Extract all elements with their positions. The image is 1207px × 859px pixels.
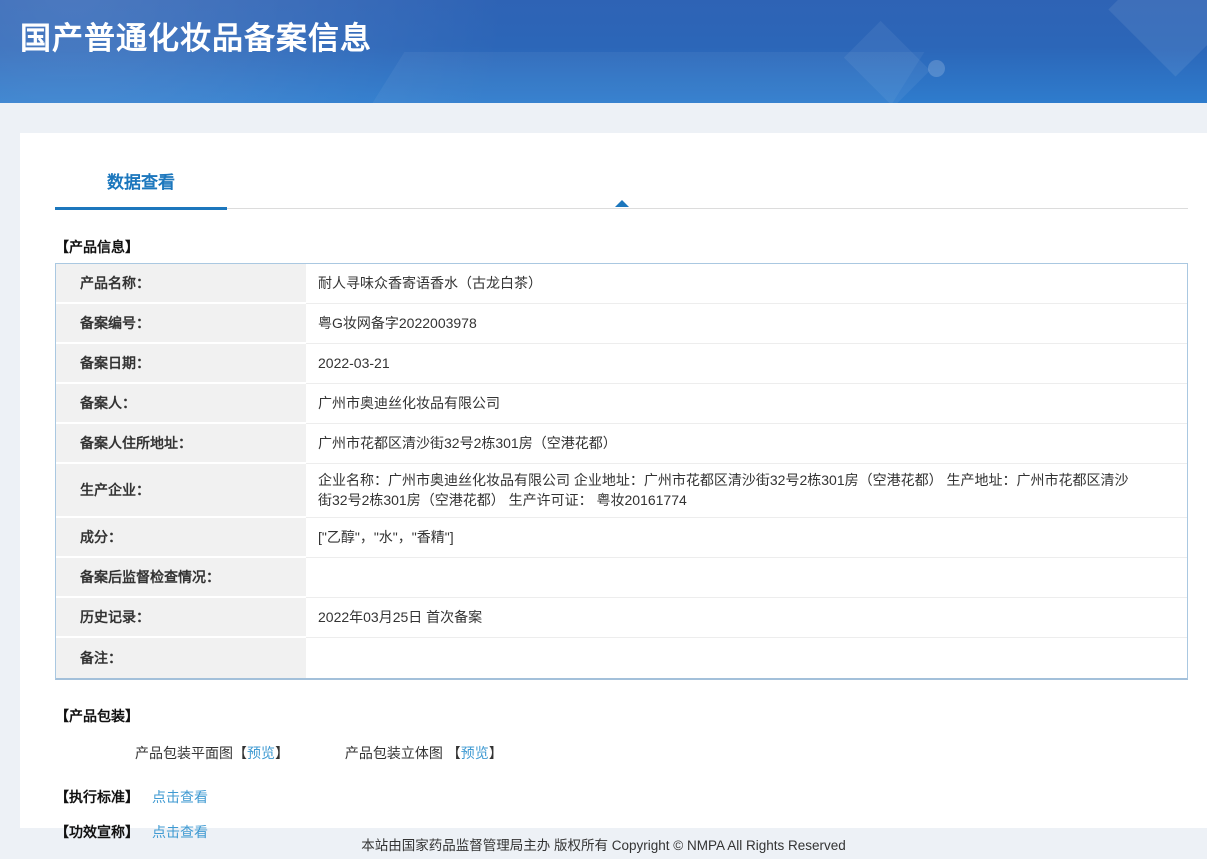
row-value [306, 558, 1187, 598]
section-title-product-info: 【产品信息】 [55, 239, 139, 255]
table-row-record-date: 备案日期： 2022-03-21 [56, 344, 1187, 384]
row-label: 生产企业： [56, 464, 306, 518]
packaging-3d-label-close: 】 [488, 744, 503, 761]
banner-decor-diamond [843, 20, 931, 103]
tab-data-view[interactable]: 数据查看 [55, 168, 227, 208]
packaging-flat-image-item: 产品包装平面图【预览】 [135, 743, 289, 763]
section-title-standard: 【执行标准】 [55, 788, 139, 805]
table-row-ingredients: 成分： ["乙醇"，"水"，"香精"] [56, 517, 1187, 558]
tab-active-underline [55, 207, 227, 210]
row-value: 企业名称：广州市奥迪丝化妆品有限公司 企业地址：广州市花都区清沙街32号2栋30… [306, 464, 1187, 518]
packaging-flat-label: 产品包装平面图【 [135, 744, 247, 761]
packaging-3d-image-item: 产品包装立体图 【预览】 [345, 743, 503, 763]
row-value: 广州市花都区清沙街32号2栋301房（空港花都） [306, 424, 1187, 464]
standard-view-link[interactable]: 点击查看 [152, 787, 208, 807]
banner-decor-polygon [335, 52, 925, 103]
table-row-registrant: 备案人： 广州市奥迪丝化妆品有限公司 [56, 384, 1187, 424]
standard-row: 【执行标准】 点击查看 [55, 787, 1188, 807]
page-banner: 国产普通化妆品备案信息 [0, 0, 1207, 103]
banner-decor-corner [1108, 0, 1207, 77]
packaging-flat-label-close: 】 [275, 744, 289, 761]
footer-copyright-text: 本站由国家药品监督管理局主办 版权所有 Copyright © NMPA All… [361, 837, 846, 853]
row-value [306, 638, 1187, 678]
packaging-3d-preview-link[interactable]: 预览 [461, 745, 489, 761]
row-label: 备案后监督检查情况： [56, 557, 306, 598]
packaging-links-row: 产品包装平面图【预览】 产品包装立体图 【预览】 [55, 743, 1188, 763]
row-label: 产品名称： [56, 264, 306, 304]
table-row-history: 历史记录： 2022年03月25日 首次备案 [56, 597, 1187, 638]
row-label: 备案编号： [56, 304, 306, 344]
packaging-3d-label: 产品包装立体图 【 [344, 744, 461, 761]
row-label: 备案人住所地址： [56, 424, 306, 464]
row-value: ["乙醇"，"水"，"香精"] [306, 518, 1187, 558]
table-row-registrant-address: 备案人住所地址： 广州市花都区清沙街32号2栋301房（空港花都） [56, 424, 1187, 464]
efficacy-view-link[interactable]: 点击查看 [152, 822, 208, 842]
banner-decor-circle [928, 60, 945, 77]
row-value: 耐人寻味众香寄语香水（古龙白茶） [306, 264, 1187, 304]
table-row-record-number: 备案编号： 粤G妆网备字2022003978 [56, 304, 1187, 344]
tab-active-caret-icon [614, 200, 629, 207]
content-card: 数据查看 【产品信息】 产品名称： 耐人寻味众香寄语香水（古龙白茶） 备案编号：… [20, 133, 1207, 840]
row-label: 成分： [56, 517, 306, 558]
table-row-product-name: 产品名称： 耐人寻味众香寄语香水（古龙白茶） [56, 264, 1187, 304]
packaging-flat-preview-link[interactable]: 预览 [247, 745, 275, 761]
row-value: 2022年03月25日 首次备案 [306, 598, 1187, 638]
row-label: 备案日期： [56, 344, 306, 384]
row-label: 备案人： [56, 384, 306, 424]
section-title-packaging: 【产品包装】 [55, 707, 139, 724]
row-value: 广州市奥迪丝化妆品有限公司 [306, 384, 1187, 424]
row-value: 粤G妆网备字2022003978 [306, 304, 1187, 344]
row-label: 历史记录： [56, 597, 306, 638]
tab-bar: 数据查看 [55, 168, 1188, 210]
table-row-remarks: 备注： [56, 637, 1187, 678]
product-info-table: 产品名称： 耐人寻味众香寄语香水（古龙白茶） 备案编号： 粤G妆网备字20220… [55, 263, 1188, 680]
table-row-manufacturer: 生产企业： 企业名称：广州市奥迪丝化妆品有限公司 企业地址：广州市花都区清沙街3… [56, 464, 1187, 518]
table-row-post-record-inspection: 备案后监督检查情况： [56, 557, 1187, 598]
page-title: 国产普通化妆品备案信息 [20, 21, 372, 56]
section-title-efficacy: 【功效宣称】 [55, 823, 139, 840]
row-label: 备注： [56, 637, 306, 678]
row-value: 2022-03-21 [306, 344, 1187, 384]
